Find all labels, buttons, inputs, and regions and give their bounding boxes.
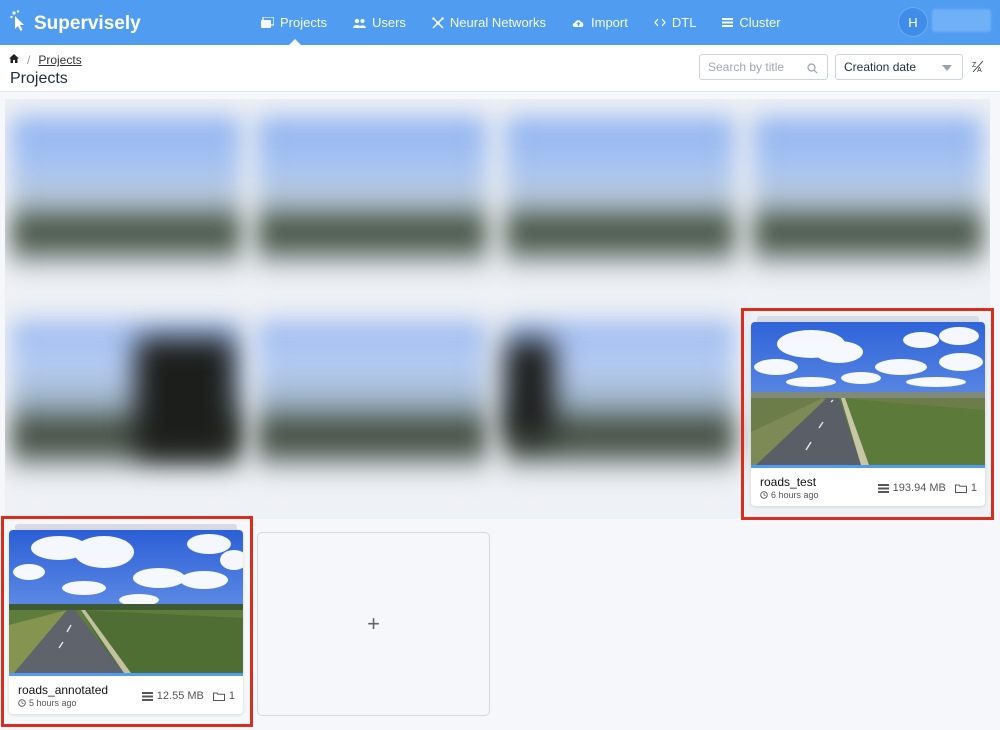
nav-item-label: Users — [371, 15, 406, 30]
home-icon[interactable] — [9, 54, 19, 66]
clock-icon — [760, 491, 768, 499]
project-name[interactable]: roads_test — [760, 475, 816, 489]
nav-item-users[interactable]: Users — [340, 0, 419, 45]
plus-icon: + — [367, 611, 380, 636]
nav-item-label: Neural Networks — [449, 15, 547, 30]
blurred-project-card — [753, 117, 983, 267]
project-card-roads-annotated[interactable]: roads_annotated 5 hours ago 12.55 MB 1 — [9, 524, 243, 714]
project-time-text: 5 hours ago — [29, 698, 77, 708]
project-size: 193.94 MB — [892, 482, 946, 494]
search-input[interactable] — [700, 55, 800, 79]
project-thumbnail[interactable] — [751, 322, 985, 465]
chevron-down-icon — [942, 65, 952, 71]
nav-item-label: Projects — [280, 15, 327, 30]
thumbnail-progress-bar — [751, 465, 985, 468]
nav-item-projects[interactable]: Projects — [248, 0, 340, 45]
sort-select[interactable]: Creation date — [835, 54, 963, 80]
list-icon — [722, 18, 734, 27]
sort-direction-icon[interactable]: ZA — [972, 60, 985, 76]
page-title: Projects — [10, 70, 68, 87]
users-icon — [352, 18, 366, 28]
breadcrumb-link-projects[interactable]: Projects — [38, 53, 81, 67]
project-thumbnail[interactable] — [9, 530, 243, 673]
project-time: 5 hours ago — [18, 698, 77, 708]
blurred-project-card — [257, 321, 487, 471]
blurred-project-card — [11, 117, 241, 267]
blurred-project-shadow — [505, 339, 555, 439]
blurred-project-card — [257, 117, 487, 267]
user-name-redacted[interactable] — [932, 9, 991, 32]
svg-text:A: A — [977, 67, 982, 73]
code-icon — [654, 18, 666, 27]
nav-item-label: Import — [591, 15, 628, 30]
database-icon — [141, 691, 153, 701]
clock-icon — [18, 699, 26, 707]
breadcrumb-separator: / — [27, 53, 31, 67]
database-icon — [877, 483, 889, 493]
neural-networks-icon — [432, 16, 444, 29]
breadcrumb: / Projects — [9, 53, 82, 67]
project-size: 12.55 MB — [156, 690, 204, 702]
supervisely-logo-icon — [10, 10, 34, 38]
main-nav: Projects Users Neural Networks Import DT… — [248, 0, 794, 45]
blurred-project-card — [505, 117, 735, 267]
user-avatar[interactable]: H — [898, 7, 928, 37]
search-icon[interactable] — [807, 61, 818, 79]
card-body[interactable]: roads_test 6 hours ago 193.94 MB 1 — [751, 322, 985, 506]
folder-icon — [212, 692, 225, 701]
project-time-text: 6 hours ago — [771, 490, 819, 500]
logo-text: Supervisely — [34, 13, 141, 34]
project-meta: 193.94 MB 1 — [877, 482, 977, 494]
project-name[interactable]: roads_annotated — [18, 683, 108, 697]
project-time: 6 hours ago — [760, 490, 819, 500]
nav-item-import[interactable]: Import — [559, 0, 641, 45]
project-dataset-count: 1 — [228, 690, 235, 702]
nav-item-dtl[interactable]: DTL — [641, 0, 710, 45]
blurred-project-shadow — [135, 337, 235, 457]
projects-icon — [261, 17, 274, 28]
add-project-button[interactable]: + — [257, 532, 490, 716]
project-card-roads-test[interactable]: roads_test 6 hours ago 193.94 MB 1 — [751, 316, 985, 506]
card-body[interactable]: roads_annotated 5 hours ago 12.55 MB 1 — [9, 530, 243, 714]
top-navbar: Supervisely Projects Users Neural Networ… — [0, 0, 1000, 45]
folder-icon — [954, 484, 967, 493]
project-meta: 12.55 MB 1 — [141, 690, 235, 702]
avatar-initial: H — [908, 14, 918, 30]
sort-selected-value: Creation date — [844, 60, 917, 74]
nav-item-label: DTL — [671, 15, 697, 30]
nav-item-neural-networks[interactable]: Neural Networks — [419, 0, 559, 45]
cloud-upload-icon — [572, 18, 585, 28]
nav-item-cluster[interactable]: Cluster — [709, 0, 793, 45]
app-logo[interactable]: Supervisely — [10, 10, 141, 38]
search-box — [699, 54, 828, 80]
project-dataset-count: 1 — [970, 482, 977, 494]
thumbnail-progress-bar — [9, 673, 243, 676]
nav-item-label: Cluster — [739, 15, 781, 30]
